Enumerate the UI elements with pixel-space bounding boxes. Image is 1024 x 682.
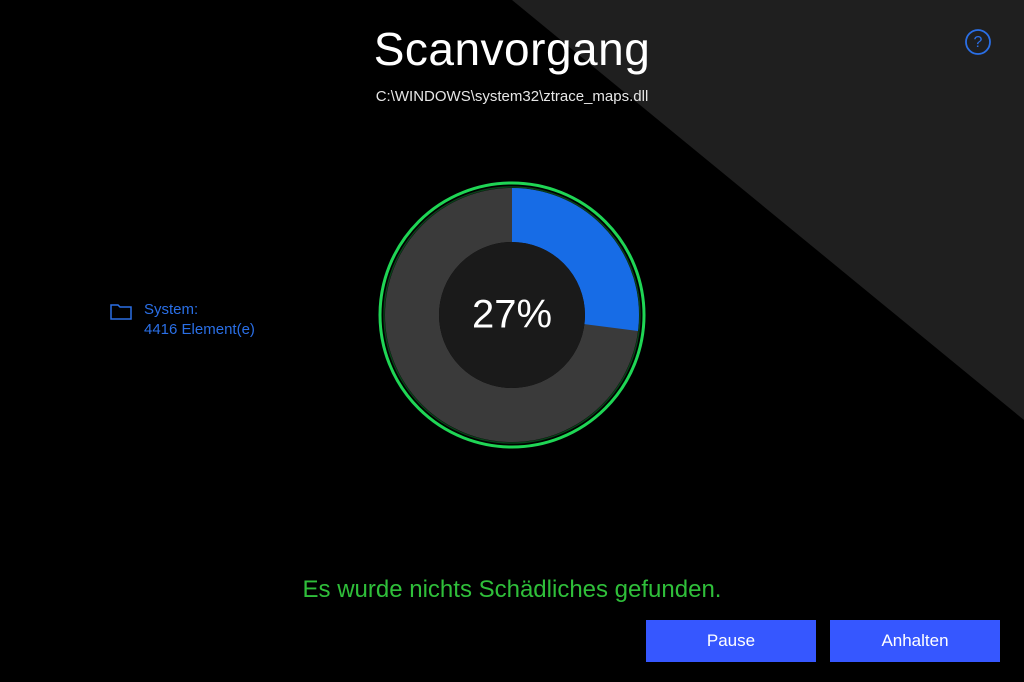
scan-target-label: System:: [144, 301, 198, 318]
status-message: Es wurde nichts Schädliches gefunden.: [0, 576, 1024, 604]
help-button[interactable]: ?: [964, 28, 992, 56]
current-scan-file: C:\WINDOWS\system32\ztrace_maps.dll: [0, 88, 1024, 105]
svg-text:?: ?: [974, 34, 983, 51]
progress-percent-label: 27%: [472, 293, 552, 338]
help-icon: ?: [964, 28, 992, 56]
progress-donut: #arc{display:none} 27%: [377, 180, 647, 450]
stop-button[interactable]: Anhalten: [830, 620, 1000, 662]
folder-icon: [110, 302, 132, 324]
pause-button[interactable]: Pause: [646, 620, 816, 662]
page-title: Scanvorgang: [0, 22, 1024, 76]
scan-target-info: System: 4416 Element(e): [110, 300, 255, 341]
scan-items-suffix: Element(e): [182, 321, 255, 338]
scan-items-count: 4416: [144, 321, 177, 338]
action-buttons: Pause Anhalten: [646, 620, 1000, 662]
